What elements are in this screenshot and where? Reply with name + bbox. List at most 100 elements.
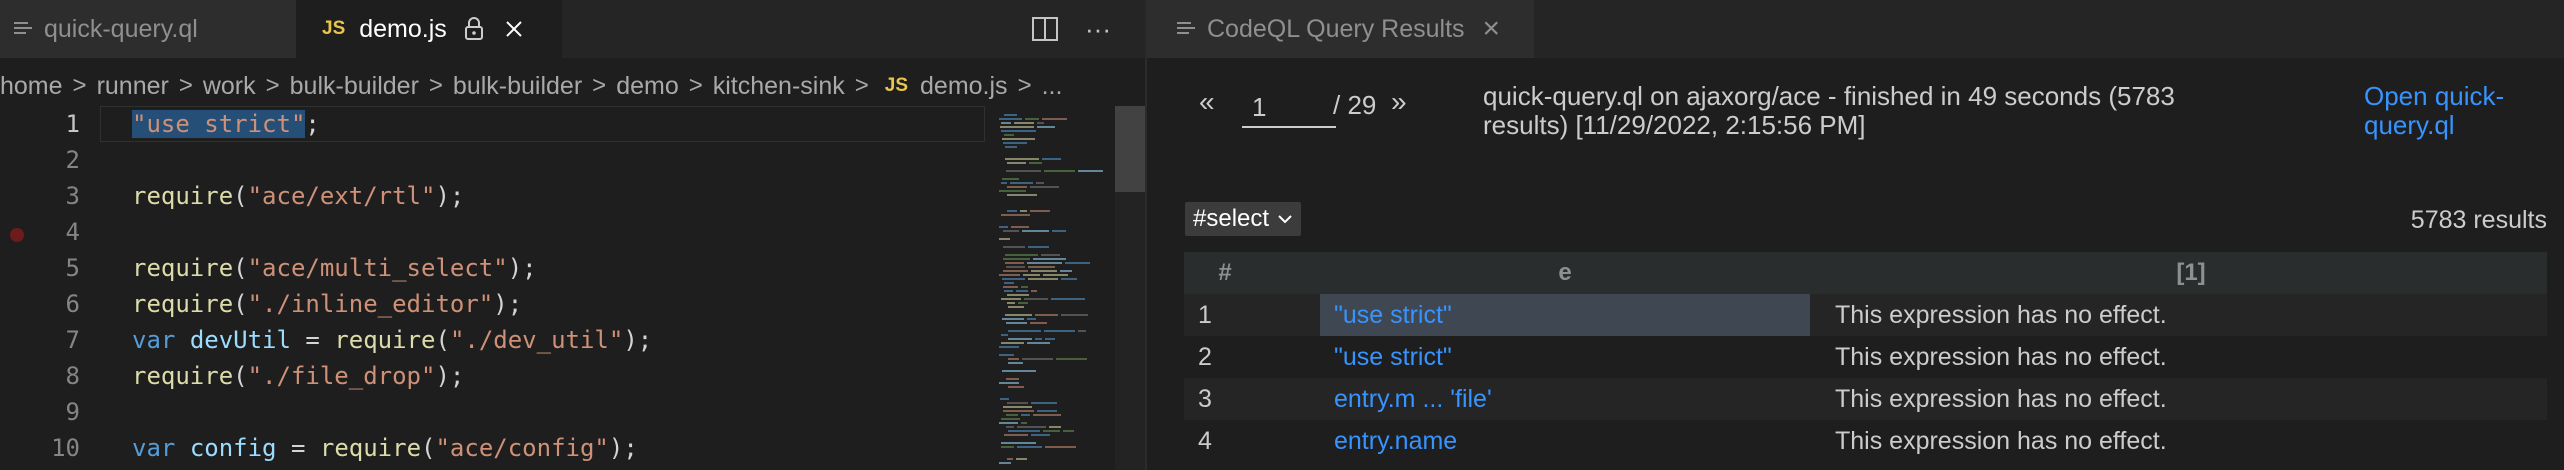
code-editor[interactable]: 1 "use strict"; 2 3 require("ace/ext/rtl… — [0, 106, 985, 470]
breadcrumb-more[interactable]: ... — [1042, 72, 1063, 101]
breadcrumb-item[interactable]: work — [203, 72, 256, 101]
minimap-line — [1002, 278, 1025, 280]
tab-demo-js[interactable]: JS demo.js — [296, 0, 562, 58]
chevron-down-icon — [1278, 215, 1292, 224]
code-line: 2 — [0, 142, 985, 178]
minimap-line — [1006, 266, 1025, 268]
close-icon[interactable]: × — [1483, 12, 1501, 46]
chevron-right-icon: > — [178, 72, 193, 99]
row-expression-link[interactable]: "use strict" — [1320, 294, 1810, 336]
more-actions-icon[interactable]: ··· — [1083, 14, 1113, 44]
breadcrumb-item[interactable]: bulk-builder — [453, 72, 582, 101]
minimap-line — [1003, 410, 1034, 412]
minimap-line — [1027, 318, 1036, 320]
minimap-line — [1007, 162, 1026, 164]
line-number: 10 — [51, 434, 80, 462]
row-expression-link[interactable]: entry.name — [1320, 420, 1810, 462]
line-number: 5 — [65, 254, 80, 282]
minimap-line — [1006, 426, 1014, 428]
result-set-select[interactable]: #select — [1185, 202, 1302, 236]
minimap-line — [1001, 130, 1036, 132]
minimap-line — [1007, 194, 1037, 196]
minimap-line — [1003, 142, 1027, 144]
minimap-line — [1004, 434, 1028, 436]
chevron-right-icon: > — [428, 72, 443, 99]
table-row[interactable]: 2 "use strict" This expression has no ef… — [1184, 336, 2547, 378]
row-expression-link[interactable]: entry.m ... 'file' — [1320, 378, 1810, 420]
minimap-line — [1005, 146, 1017, 148]
minimap-line — [1008, 330, 1041, 332]
minimap-line — [1029, 162, 1042, 164]
minimap-line — [1010, 182, 1033, 184]
minimap-line — [999, 354, 1014, 356]
line-number: 3 — [65, 182, 80, 210]
minimap-line — [1049, 426, 1061, 428]
prev-page-button[interactable]: « — [1199, 86, 1215, 118]
minimap[interactable] — [985, 106, 1115, 470]
line-code: require("./file_drop"); — [132, 362, 465, 390]
minimap-line — [1033, 414, 1061, 416]
minimap-line — [1041, 254, 1060, 256]
minimap-line — [1045, 338, 1055, 340]
minimap-line — [1003, 270, 1028, 272]
split-editor-icon[interactable] — [1030, 14, 1060, 44]
tab-quick-query[interactable]: quick-query.ql — [0, 0, 296, 58]
lines-icon — [1177, 20, 1195, 38]
chevron-right-icon: > — [854, 72, 869, 99]
minimap-line — [1021, 414, 1030, 416]
minimap-line — [1004, 282, 1014, 284]
code-line: 6 require("./inline_editor"); — [0, 286, 985, 322]
minimap-line — [1020, 210, 1027, 212]
page-number-input[interactable] — [1242, 88, 1336, 128]
breadcrumb-item[interactable]: bulk-builder — [290, 72, 419, 101]
table-header: # e [1] — [1184, 252, 2547, 294]
breadcrumb-item[interactable]: runner — [97, 72, 169, 101]
table-row[interactable]: 3 entry.m ... 'file' This expression has… — [1184, 378, 2547, 420]
breadcrumb-file[interactable]: demo.js — [920, 72, 1008, 101]
minimap-line — [1030, 210, 1050, 212]
tab-label: CodeQL Query Results — [1207, 14, 1465, 43]
next-page-button[interactable]: » — [1391, 86, 1407, 118]
minimap-line — [1028, 246, 1049, 248]
line-code: "use strict"; — [132, 110, 320, 138]
minimap-line — [1027, 342, 1050, 344]
minimap-line — [1021, 422, 1027, 424]
minimap-line — [1042, 158, 1061, 160]
open-query-link[interactable]: Open quick-query.ql — [2364, 82, 2544, 140]
code-line: 5 require("ace/multi_select"); — [0, 250, 985, 286]
breadcrumb-item[interactable]: demo — [616, 72, 679, 101]
minimap-line — [1011, 226, 1029, 228]
column-header-1[interactable]: [1] — [1835, 252, 2547, 294]
table-row[interactable]: 1 "use strict" This expression has no ef… — [1184, 294, 2547, 336]
column-header-e[interactable]: e — [1320, 252, 1810, 294]
minimap-line — [1004, 114, 1017, 116]
minimap-line — [1016, 290, 1028, 292]
line-code: var devUtil = require("./dev_util"); — [132, 326, 653, 354]
minimap-line — [1031, 402, 1057, 404]
minimap-line — [1002, 318, 1024, 320]
row-message: This expression has no effect. — [1835, 343, 2167, 371]
column-header-index[interactable]: # — [1184, 252, 1266, 294]
minimap-line — [1008, 430, 1040, 432]
breadcrumb-item[interactable]: kitchen-sink — [713, 72, 845, 101]
close-icon[interactable] — [505, 20, 523, 38]
table-row[interactable]: 4 entry.name This expression has no effe… — [1184, 420, 2547, 462]
row-expression-link[interactable]: "use strict" — [1320, 336, 1810, 378]
code-line: 8 require("./file_drop"); — [0, 358, 985, 394]
scrollbar-thumb[interactable] — [1115, 106, 1145, 192]
line-code: var config = require("ace/config"); — [132, 434, 638, 462]
breadcrumb-item[interactable]: home — [0, 72, 63, 101]
minimap-line — [1001, 214, 1030, 216]
minimap-line — [1060, 270, 1072, 272]
row-index: 1 — [1198, 301, 1212, 329]
line-code: require("./inline_editor"); — [132, 290, 523, 318]
minimap-line — [999, 118, 1022, 120]
code-line: 9 — [0, 394, 985, 430]
line-code: require("ace/ext/rtl"); — [132, 182, 465, 210]
minimap-line — [1043, 430, 1060, 432]
minimap-line — [1003, 230, 1019, 232]
minimap-line — [1022, 358, 1053, 360]
results-pane: CodeQL Query Results × « / 29 » quick-qu… — [1147, 0, 2564, 470]
minimap-line — [1005, 254, 1038, 256]
tab-codeql-results[interactable]: CodeQL Query Results × — [1147, 0, 1534, 58]
